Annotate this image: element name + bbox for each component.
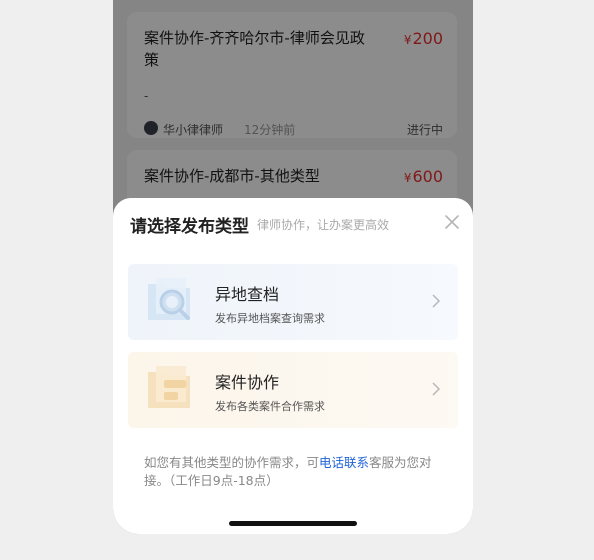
phone-contact-link[interactable]: 电话联系: [319, 455, 369, 470]
home-indicator: [229, 521, 357, 526]
publish-type-sheet: 请选择发布类型 律师协作，让办案更高效 异地查档 发布异地档案查询需求 案件协作…: [113, 198, 473, 534]
close-icon[interactable]: [442, 212, 462, 232]
note-text: 如您有其他类型的协作需求，可: [144, 455, 320, 470]
case-collab-icon: [148, 366, 190, 408]
option-remote-archive[interactable]: 异地查档 发布异地档案查询需求: [128, 264, 458, 340]
option-title: 案件协作: [215, 373, 280, 392]
option-case-collaboration[interactable]: 案件协作 发布各类案件合作需求: [128, 352, 458, 428]
sheet-title: 请选择发布类型: [130, 217, 249, 237]
option-description: 发布各类案件合作需求: [215, 400, 325, 413]
contact-note: 如您有其他类型的协作需求，可电话联系客服为您对接。（工作日9点-18点）: [144, 454, 444, 490]
option-description: 发布异地档案查询需求: [215, 312, 325, 325]
archive-search-icon: [148, 278, 190, 320]
option-title: 异地查档: [215, 285, 280, 304]
chevron-right-icon: [432, 294, 441, 308]
sheet-subtitle: 律师协作，让办案更高效: [257, 218, 390, 232]
chevron-right-icon: [432, 382, 441, 396]
phone-screen: 案件协作-齐齐哈尔市-律师会见政策 ¥200 - 华小律律师 12分钟前 进行中…: [113, 0, 473, 534]
